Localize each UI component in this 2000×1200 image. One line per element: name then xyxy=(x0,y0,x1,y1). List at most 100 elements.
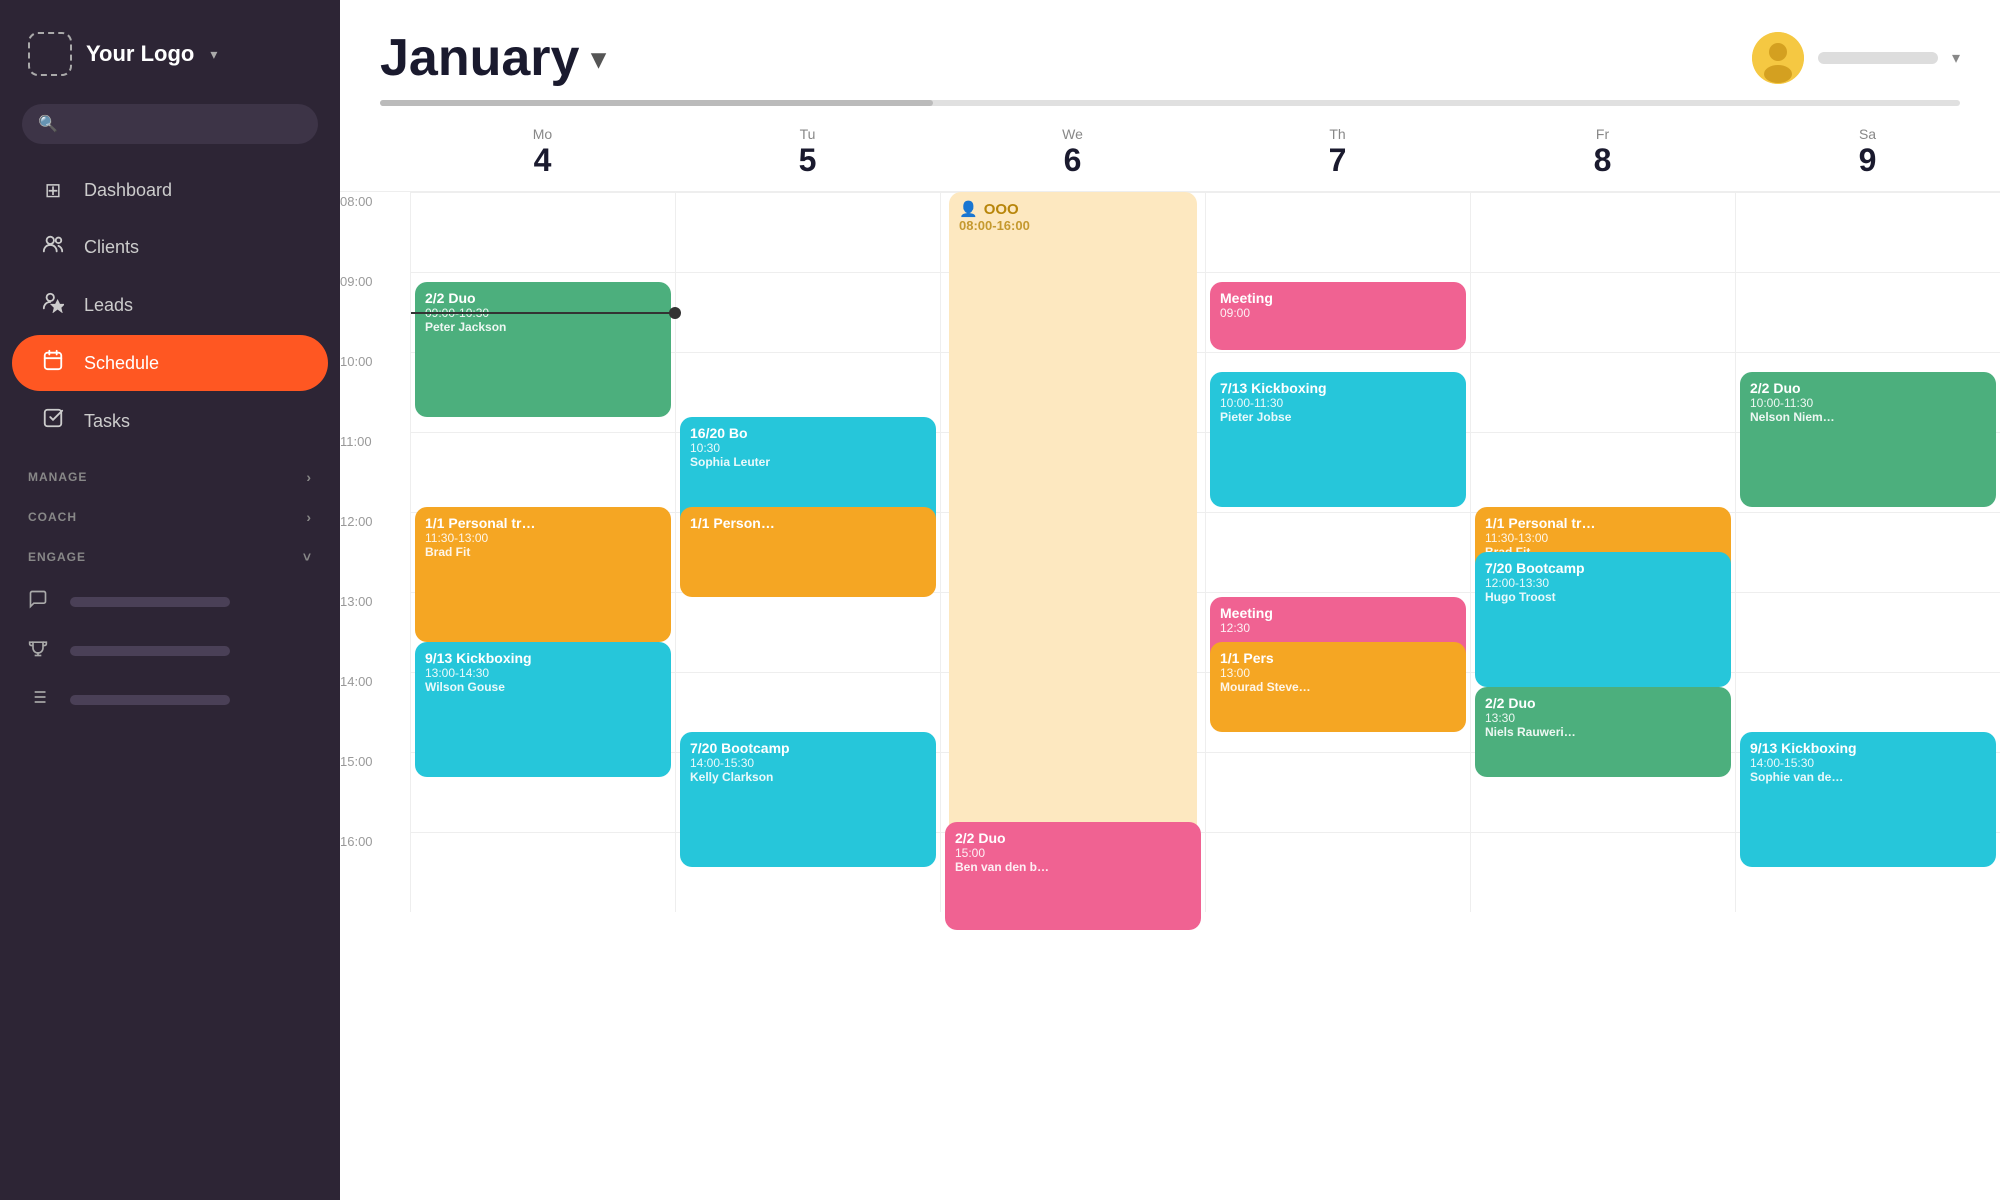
day-col-2: 👤OOO08:00-16:00≡2/2 Duo15:00Ben van den … xyxy=(940,192,1205,912)
event-person: Mourad Steve… xyxy=(1220,680,1456,694)
sidebar-item-tasks[interactable]: Tasks xyxy=(12,393,328,449)
calendar-event[interactable]: Meeting09:00 xyxy=(1210,282,1466,350)
day-num: 4 xyxy=(410,142,675,179)
event-time: 15:00 xyxy=(955,846,1191,860)
calendar-event[interactable]: 9/13 Kickboxing13:00-14:30Wilson Gouse xyxy=(415,642,671,777)
event-time: 13:00 xyxy=(1220,666,1456,680)
sidebar-item-dashboard[interactable]: ⊞ Dashboard xyxy=(12,164,328,217)
event-title: 7/20 Bootcamp xyxy=(1485,560,1721,576)
hour-row xyxy=(1471,192,1735,272)
sidebar-item-label: Dashboard xyxy=(84,180,172,201)
calendar-event[interactable]: 9/13 Kickboxing14:00-15:30Sophie van de… xyxy=(1740,732,1996,867)
day-num: 9 xyxy=(1735,142,2000,179)
hour-row xyxy=(1206,512,1470,592)
section-engage[interactable]: ENGAGE ˅ xyxy=(0,531,340,571)
sidebar-item-label: Leads xyxy=(84,295,133,316)
event-person: Kelly Clarkson xyxy=(690,770,926,784)
avatar[interactable] xyxy=(1752,32,1804,84)
hour-row xyxy=(1736,192,2000,272)
search-input[interactable] xyxy=(68,116,302,133)
progress-bar-container xyxy=(340,88,2000,106)
calendar-event[interactable]: 7/20 Bootcamp14:00-15:30Kelly Clarkson xyxy=(680,732,936,867)
main-nav: ⊞ Dashboard Clients Leads Schedule Tas xyxy=(0,162,340,451)
time-label: 14:00 xyxy=(340,672,410,752)
section-coach[interactable]: COACH › xyxy=(0,491,340,531)
hour-row xyxy=(411,432,675,512)
calendar-event[interactable]: 👤OOO08:00-16:00≡ xyxy=(949,192,1197,912)
day-num: 5 xyxy=(675,142,940,179)
event-title: 1/1 Pers xyxy=(1220,650,1456,666)
calendar-event[interactable]: 7/13 Kickboxing10:00-11:30Pieter Jobse xyxy=(1210,372,1466,507)
event-time: 12:30 xyxy=(1220,621,1456,635)
event-time: 10:00-11:30 xyxy=(1750,396,1986,410)
main-content: January ▾ ▾ Mo 4 Tu 5 We xyxy=(340,0,2000,1200)
logo-caret: ▾ xyxy=(210,46,217,63)
time-label: 10:00 xyxy=(340,352,410,432)
sidebar: Your Logo ▾ 🔍 ⊞ Dashboard Clients Leads xyxy=(0,0,340,1200)
event-title: 2/2 Duo xyxy=(425,290,661,306)
header: January ▾ ▾ xyxy=(340,0,2000,88)
time-label: 09:00 xyxy=(340,272,410,352)
day-name: Th xyxy=(1205,126,1470,142)
engage-item-list[interactable] xyxy=(0,675,340,724)
day-header-fr: Fr 8 xyxy=(1470,122,1735,183)
list-icon xyxy=(28,687,54,712)
event-person: Wilson Gouse xyxy=(425,680,661,694)
clients-icon xyxy=(40,233,66,261)
event-title: 7/13 Kickboxing xyxy=(1220,380,1456,396)
search-bar[interactable]: 🔍 xyxy=(22,104,318,144)
sidebar-item-schedule[interactable]: Schedule xyxy=(12,335,328,391)
time-label: 16:00 xyxy=(340,832,410,912)
hour-row xyxy=(411,192,675,272)
user-dropdown-caret[interactable]: ▾ xyxy=(1952,48,1960,68)
time-label: 13:00 xyxy=(340,592,410,672)
sidebar-item-label: Schedule xyxy=(84,353,159,374)
trophy-icon xyxy=(28,638,54,663)
coach-caret: › xyxy=(306,509,312,525)
time-label: 08:00 xyxy=(340,192,410,272)
day-name: Tu xyxy=(675,126,940,142)
page-title: January ▾ xyxy=(380,28,606,88)
hour-row xyxy=(1206,832,1470,912)
day-col-3: Meeting09:00 7/13 Kickboxing10:00-11:30Pi… xyxy=(1205,192,1470,912)
sidebar-item-leads[interactable]: Leads xyxy=(12,277,328,333)
calendar-event[interactable]: 1/1 Pers13:00Mourad Steve… xyxy=(1210,642,1466,732)
leads-icon xyxy=(40,291,66,319)
schedule-icon xyxy=(40,349,66,377)
event-title: 1/1 Person… xyxy=(690,515,926,531)
calendar-event[interactable]: 2/2 Duo15:00Ben van den b… xyxy=(945,822,1201,930)
hour-row xyxy=(1206,752,1470,832)
time-label: 12:00 xyxy=(340,512,410,592)
tasks-icon xyxy=(40,407,66,435)
hour-row xyxy=(1471,832,1735,912)
calendar-event[interactable]: 7/20 Bootcamp12:00-13:30Hugo Troost xyxy=(1475,552,1731,687)
engage-bar xyxy=(70,646,230,656)
day-header-tu: Tu 5 xyxy=(675,122,940,183)
engage-item-trophy[interactable] xyxy=(0,626,340,675)
day-name: Mo xyxy=(410,126,675,142)
event-person: Niels Rauweri… xyxy=(1485,725,1721,739)
sidebar-item-clients[interactable]: Clients xyxy=(12,219,328,275)
event-time: 13:30 xyxy=(1485,711,1721,725)
day-header-mo: Mo 4 xyxy=(410,122,675,183)
month-caret[interactable]: ▾ xyxy=(591,42,605,75)
engage-nav xyxy=(0,571,340,730)
event-title: 2/2 Duo xyxy=(1485,695,1721,711)
event-title: 2/2 Duo xyxy=(955,830,1191,846)
calendar-event[interactable]: 1/1 Personal tr…11:30-13:00Brad Fit xyxy=(415,507,671,642)
event-title: Meeting xyxy=(1220,605,1456,621)
logo-box xyxy=(28,32,72,76)
calendar-event[interactable]: 1/1 Person… xyxy=(680,507,936,597)
event-person: Brad Fit xyxy=(425,545,661,559)
engage-bar xyxy=(70,597,230,607)
day-name: Fr xyxy=(1470,126,1735,142)
event-person: Hugo Troost xyxy=(1485,590,1721,604)
section-manage[interactable]: MANAGE › xyxy=(0,451,340,491)
day-num: 6 xyxy=(940,142,1205,179)
connector-dot xyxy=(669,307,681,319)
logo[interactable]: Your Logo ▾ xyxy=(0,0,340,96)
engage-item-chat[interactable] xyxy=(0,577,340,626)
calendar-event[interactable]: 2/2 Duo09:00-10:30Peter Jackson xyxy=(415,282,671,417)
calendar-event[interactable]: 2/2 Duo13:30Niels Rauweri… xyxy=(1475,687,1731,777)
calendar-event[interactable]: 2/2 Duo10:00-11:30Nelson Niem… xyxy=(1740,372,1996,507)
